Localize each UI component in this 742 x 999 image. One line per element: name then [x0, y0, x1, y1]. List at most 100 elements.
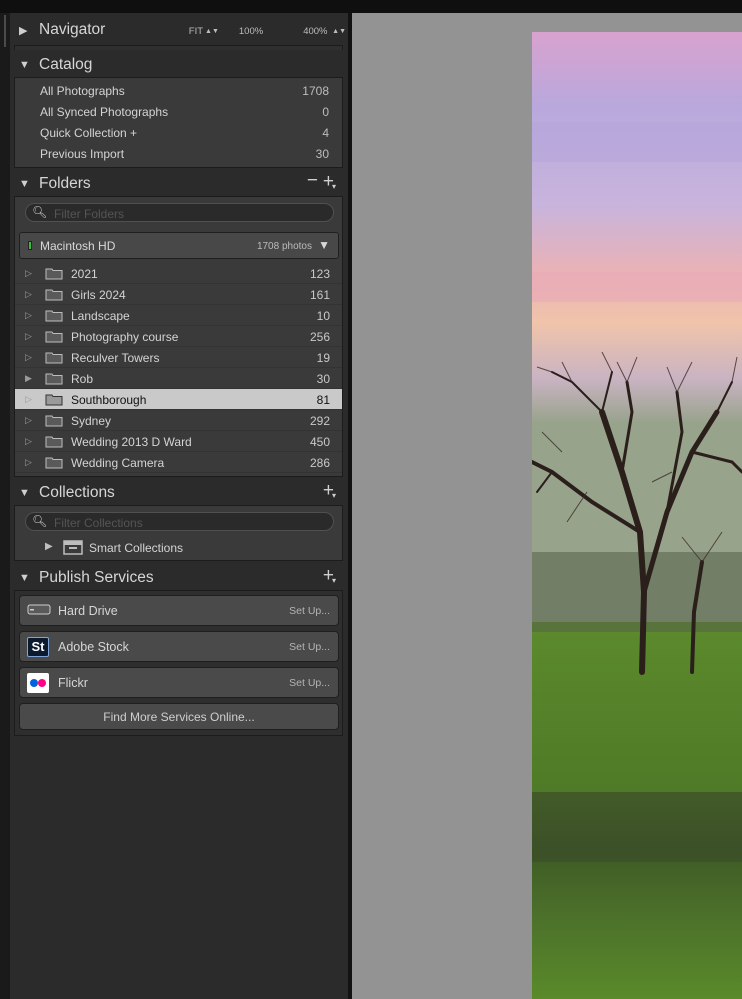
folder-row[interactable]: ▷ Wedding 2013 D Ward 450: [15, 431, 342, 452]
folder-name: Reculver Towers: [71, 351, 160, 365]
add-folder-button[interactable]: +▾: [323, 171, 338, 193]
folder-count: 19: [316, 351, 330, 365]
collections-title: Collections: [39, 484, 115, 501]
folder-row[interactable]: ▷ Landscape 10: [15, 305, 342, 326]
setup-link[interactable]: Set Up...: [289, 605, 330, 617]
folder-count: 292: [309, 414, 330, 428]
left-filmstrip-edge: [0, 13, 10, 999]
service-hard-drive[interactable]: Hard Drive Set Up...: [19, 595, 339, 626]
collections-list: 🔍︎ Filter Collections ▶ Smart Collection…: [14, 505, 343, 561]
folders-title: Folders: [39, 175, 91, 192]
folder-icon: [45, 414, 63, 430]
folder-row[interactable]: ▷ 2021 123: [15, 263, 342, 284]
navigator-title: Navigator: [39, 21, 106, 38]
find-more-services-button[interactable]: Find More Services Online...: [19, 703, 339, 730]
folder-name: Photography course: [71, 330, 179, 344]
disclosure-icon[interactable]: ▷: [25, 331, 32, 342]
zoom-400-option[interactable]: 400% ▲▼: [283, 26, 346, 37]
catalog-header[interactable]: ▼ Catalog: [10, 50, 348, 80]
zoom-100-option[interactable]: 100%: [239, 26, 263, 37]
folder-row[interactable]: ▷ Girls 2024 161: [15, 284, 342, 305]
catalog-item-previous-import[interactable]: Previous Import 30: [15, 143, 342, 164]
zoom-fit-option[interactable]: FIT ▲▼: [169, 26, 219, 37]
catalog-title: Catalog: [39, 56, 93, 73]
photo-preview[interactable]: [532, 32, 742, 999]
volume-menu-triangle-icon[interactable]: ▼: [318, 238, 330, 252]
disclosure-icon[interactable]: ▷: [25, 268, 32, 279]
collections-filter-input[interactable]: 🔍︎ Filter Collections: [25, 512, 334, 531]
folder-count: 123: [309, 267, 330, 281]
volume-macintosh-hd[interactable]: Macintosh HD 1708 photos ▼: [19, 232, 339, 259]
service-flickr[interactable]: Flickr Set Up...: [19, 667, 339, 698]
expanded-triangle-icon: ▼: [19, 572, 30, 584]
disclosure-icon[interactable]: ▷: [25, 289, 32, 300]
folder-name: Wedding Camera: [71, 456, 165, 470]
expanded-triangle-icon: ▼: [19, 59, 30, 71]
hard-drive-icon: [27, 601, 51, 621]
navigator-header[interactable]: ▶ Navigator FIT ▲▼ 100% 400% ▲▼: [10, 15, 348, 45]
folder-row[interactable]: ▷ Southborough 81: [15, 389, 342, 410]
add-publish-service-button[interactable]: +▾: [323, 565, 338, 587]
expanded-triangle-icon: ▼: [19, 178, 30, 190]
search-icon: 🔍︎: [32, 514, 48, 528]
setup-link[interactable]: Set Up...: [289, 677, 330, 689]
folder-icon: [45, 288, 63, 304]
folder-count: 286: [309, 456, 330, 470]
catalog-list: All Photographs 1708 All Synced Photograp…: [14, 77, 343, 168]
folder-name: Southborough: [71, 393, 147, 407]
folder-name: 2021: [71, 267, 98, 281]
flickr-icon: [27, 673, 49, 693]
collection-set-icon: [63, 540, 83, 560]
collections-header[interactable]: ▼ Collections +▾: [10, 478, 348, 508]
folders-filter-input[interactable]: 🔍︎ Filter Folders: [25, 203, 334, 222]
folder-name: Rob: [71, 372, 94, 386]
volume-status-indicator: [28, 241, 32, 250]
folder-row[interactable]: ▷ Photography course 256: [15, 326, 342, 347]
folder-name: Landscape: [71, 309, 130, 323]
publish-services-list: Hard Drive Set Up... St Adobe Stock Set …: [14, 590, 343, 736]
catalog-item-all-synced[interactable]: All Synced Photographs 0: [15, 101, 342, 122]
disclosure-icon[interactable]: ▷: [25, 436, 32, 447]
folder-icon: [45, 330, 63, 346]
folder-name: Wedding 2013 D Ward: [71, 435, 192, 449]
left-panel: ▶ Navigator FIT ▲▼ 100% 400% ▲▼ ▼ Catalog…: [10, 13, 348, 999]
loupe-view: [352, 13, 742, 999]
folder-row[interactable]: ▷ Wedding Camera 286: [15, 452, 342, 473]
folder-row[interactable]: ▷ Reculver Towers 19: [15, 347, 342, 368]
disclosure-icon[interactable]: ▷: [25, 352, 32, 363]
disclosure-icon[interactable]: ▷: [25, 457, 32, 468]
folder-row[interactable]: ▶ Rob 30: [15, 368, 342, 389]
collapsed-triangle-icon[interactable]: ▶: [25, 373, 32, 384]
folder-count: 256: [309, 330, 330, 344]
folders-list: 🔍︎ Filter Folders Macintosh HD 1708 phot…: [14, 196, 343, 477]
add-collection-button[interactable]: +▾: [323, 480, 338, 502]
folder-count: 10: [316, 309, 330, 323]
service-adobe-stock[interactable]: St Adobe Stock Set Up...: [19, 631, 339, 662]
catalog-item-all-photographs[interactable]: All Photographs 1708: [15, 80, 342, 101]
folder-icon: [45, 351, 63, 367]
smart-collections-set[interactable]: ▶ Smart Collections: [15, 537, 342, 559]
folder-icon: [45, 435, 63, 451]
search-icon: 🔍︎: [32, 205, 48, 219]
disclosure-icon[interactable]: ▷: [25, 415, 32, 426]
folder-name: Sydney: [71, 414, 112, 428]
folder-count: 81: [316, 393, 330, 407]
folder-icon: [45, 309, 63, 325]
folder-row[interactable]: ▷ Sydney 292: [15, 410, 342, 431]
folder-name: Girls 2024: [71, 288, 126, 302]
folders-header[interactable]: ▼ Folders − +▾: [10, 169, 348, 199]
collapsed-triangle-icon[interactable]: ▶: [45, 541, 53, 552]
top-bar: [0, 0, 742, 13]
folder-icon: [45, 267, 63, 283]
disclosure-icon[interactable]: ▷: [25, 310, 32, 321]
remove-folder-button[interactable]: −: [307, 170, 318, 192]
disclosure-icon[interactable]: ▷: [25, 394, 32, 405]
panel-toggle-handle[interactable]: [4, 15, 6, 47]
setup-link[interactable]: Set Up...: [289, 641, 330, 653]
publish-services-header[interactable]: ▼ Publish Services +▾: [10, 563, 348, 593]
collapsed-triangle-icon: ▶: [19, 25, 28, 37]
catalog-item-quick-collection[interactable]: Quick Collection +4: [15, 122, 342, 143]
navigator-zoom-options: FIT ▲▼ 100% 400% ▲▼: [149, 26, 346, 37]
adobe-stock-icon: St: [27, 637, 49, 657]
expanded-triangle-icon: ▼: [19, 487, 30, 499]
